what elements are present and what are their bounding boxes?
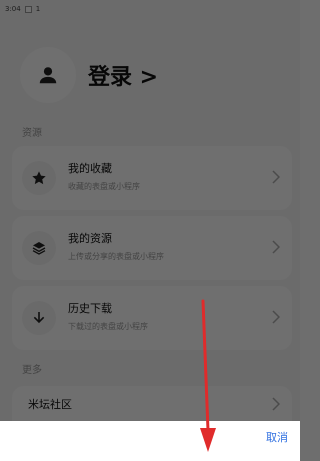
list-item-mitan-community[interactable]: 米坛社区 bbox=[12, 386, 292, 422]
chevron-right-icon bbox=[272, 397, 280, 411]
card-subtitle: 上传或分享的表盘或小程序 bbox=[68, 252, 164, 261]
section-title-more: 更多 bbox=[22, 365, 42, 376]
card-download-history[interactable]: 历史下载 下载过的表盘或小程序 bbox=[12, 286, 292, 350]
login-row[interactable]: 登录 > bbox=[20, 47, 158, 103]
card-icon-wrap bbox=[22, 161, 56, 195]
card-favorites[interactable]: 我的收藏 收藏的表盘或小程序 bbox=[12, 146, 292, 210]
card-my-resources[interactable]: 我的资源 上传或分享的表盘或小程序 bbox=[12, 216, 292, 280]
chevron-right-icon bbox=[272, 310, 280, 324]
card-icon-wrap bbox=[22, 231, 56, 265]
card-icon-wrap bbox=[22, 301, 56, 335]
notification-square-icon bbox=[24, 5, 32, 13]
chevron-right-icon bbox=[272, 170, 280, 184]
card-title: 我的资源 bbox=[68, 232, 112, 245]
layers-icon bbox=[32, 242, 46, 255]
user-icon bbox=[39, 67, 57, 84]
card-title: 历史下载 bbox=[68, 302, 112, 315]
list-item-label: 米坛社区 bbox=[28, 398, 72, 411]
card-title: 我的收藏 bbox=[68, 162, 112, 175]
chevron-right-icon bbox=[272, 240, 280, 254]
star-icon bbox=[32, 171, 46, 185]
download-icon bbox=[33, 312, 45, 324]
login-link[interactable]: 登录 > bbox=[88, 59, 158, 91]
status-badge: 1 bbox=[35, 5, 41, 13]
app-screen: 3:04 1 登录 > 资源 我的收藏 收藏的表盘或小程序 我的资源 上传或分享… bbox=[0, 0, 300, 461]
card-subtitle: 下载过的表盘或小程序 bbox=[68, 322, 148, 331]
bottom-sheet: 取消 bbox=[0, 421, 300, 461]
section-title-resources: 资源 bbox=[22, 128, 42, 139]
status-bar: 3:04 1 bbox=[0, 0, 300, 18]
status-time: 3:04 bbox=[5, 5, 21, 13]
card-subtitle: 收藏的表盘或小程序 bbox=[68, 182, 140, 191]
cancel-button[interactable]: 取消 bbox=[266, 429, 288, 445]
avatar[interactable] bbox=[20, 47, 76, 103]
